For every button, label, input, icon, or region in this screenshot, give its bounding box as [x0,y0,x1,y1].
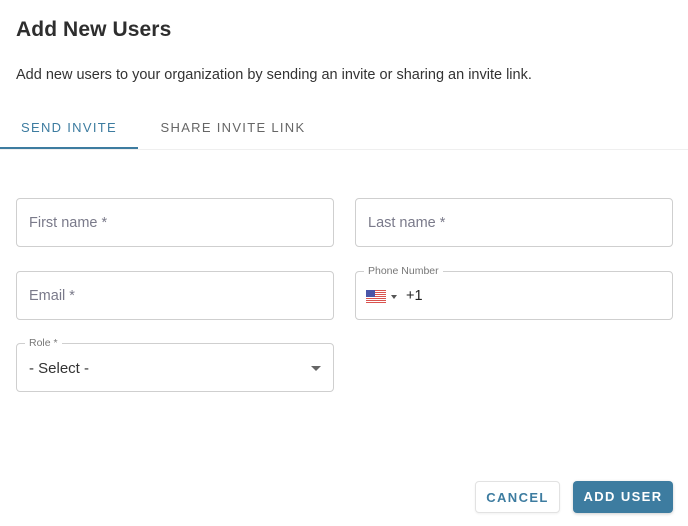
role-label: Role * [25,337,62,349]
email-field[interactable]: Email * [16,271,334,320]
role-select[interactable]: Role * - Select - [16,337,334,392]
cancel-button[interactable]: CANCEL [475,481,560,513]
tab-bar: SEND INVITE SHARE INVITE LINK [0,110,688,150]
us-flag-icon[interactable] [366,290,386,303]
phone-number-field[interactable]: Phone Number +1 [355,265,673,320]
first-name-placeholder: First name * [29,215,108,231]
email-placeholder: Email * [29,288,75,304]
add-user-button[interactable]: ADD USER [573,481,673,513]
last-name-field[interactable]: Last name * [355,198,673,247]
tab-share-invite-link[interactable]: SHARE INVITE LINK [148,110,318,149]
phone-dial-code: +1 [406,288,423,304]
phone-number-label: Phone Number [364,265,443,277]
dialog-title: Add New Users [16,18,172,41]
tab-send-invite[interactable]: SEND INVITE [0,110,138,149]
role-selected-value: - Select - [29,360,90,377]
last-name-placeholder: Last name * [368,215,446,231]
chevron-down-icon [311,366,321,371]
first-name-field[interactable]: First name * [16,198,334,247]
dialog-subtitle: Add new users to your organization by se… [16,67,532,83]
country-dropdown-caret-icon[interactable] [391,295,397,299]
